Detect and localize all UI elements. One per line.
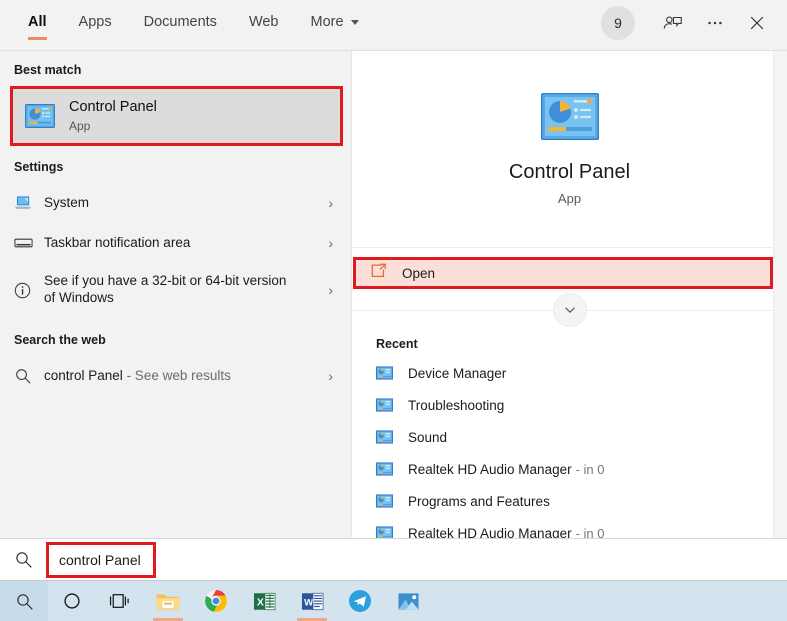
web-result-item[interactable]: control Panel - See web results ›	[0, 356, 351, 396]
search-bar[interactable]: control Panel	[0, 538, 787, 581]
chevron-down-icon	[351, 20, 359, 25]
recent-item-label: Realtek HD Audio Manager	[408, 462, 572, 477]
open-button-label: Open	[402, 266, 435, 281]
tab-web[interactable]: Web	[233, 0, 295, 44]
close-icon[interactable]	[737, 3, 777, 43]
taskbar-telegram-icon[interactable]	[336, 581, 384, 621]
recent-item-device-manager[interactable]: Device Manager	[352, 357, 787, 389]
taskbar: X W	[0, 581, 787, 621]
recent-item-meta: - in 0	[576, 526, 605, 539]
web-result-query: control Panel	[44, 368, 123, 383]
control-panel-icon	[25, 104, 69, 128]
taskbar-search-icon[interactable]	[0, 581, 48, 621]
results-list-pane: Best match	[0, 51, 352, 538]
search-the-web-heading: Search the web	[0, 317, 351, 356]
taskbar-cortana-icon[interactable]	[48, 581, 96, 621]
windows-search-screen: All Apps Documents Web More 9	[0, 0, 787, 621]
notification-badge-count: 9	[614, 15, 622, 31]
recent-item-programs-and-features[interactable]: Programs and Features	[352, 485, 787, 517]
settings-item-system-label: System	[44, 195, 89, 212]
preview-hero: Control Panel App	[352, 51, 787, 247]
taskbar-icon	[14, 236, 44, 250]
recent-heading: Recent	[352, 331, 787, 357]
recent-item-realtek-hd-audio-manager-2[interactable]: Realtek HD Audio Manager - in 0	[352, 517, 787, 538]
settings-item-bit-version[interactable]: See if you have a 32-bit or 64-bit versi…	[0, 263, 351, 317]
expand-actions-container	[352, 289, 787, 331]
best-match-text: Control Panel App	[69, 99, 157, 133]
recent-item-meta: - in 0	[576, 462, 605, 477]
tab-all-label: All	[28, 14, 47, 30]
taskbar-photos-icon[interactable]	[384, 581, 432, 621]
recent-item-realtek-hd-audio-manager[interactable]: Realtek HD Audio Manager - in 0	[352, 453, 787, 485]
taskbar-chrome-icon[interactable]	[192, 581, 240, 621]
chevron-down-icon[interactable]	[553, 293, 587, 327]
recent-item-label: Device Manager	[408, 366, 506, 381]
best-match-subtitle: App	[69, 119, 157, 133]
settings-item-taskbar-label: Taskbar notification area	[44, 235, 190, 252]
preview-pane: Control Panel App Open	[352, 51, 787, 538]
control-panel-small-icon	[376, 398, 408, 412]
settings-item-taskbar-notification-area[interactable]: Taskbar notification area ›	[0, 223, 351, 263]
recent-item-label: Programs and Features	[408, 494, 550, 509]
display-settings-icon	[14, 195, 44, 211]
best-match-control-panel[interactable]: Control Panel App	[10, 86, 343, 146]
open-action-container: Open	[353, 257, 773, 289]
header-actions: 9	[601, 0, 787, 46]
settings-item-system[interactable]: System ›	[0, 183, 351, 223]
control-panel-icon	[541, 93, 599, 145]
control-panel-small-icon	[376, 462, 408, 476]
tab-web-label: Web	[249, 14, 279, 30]
results-panes: Best match	[0, 51, 787, 538]
chevron-right-icon: ›	[328, 195, 341, 211]
info-icon	[14, 282, 44, 299]
search-input[interactable]: control Panel	[59, 552, 141, 568]
settings-heading: Settings	[0, 146, 351, 183]
taskbar-file-explorer-icon[interactable]	[144, 581, 192, 621]
preview-divider	[352, 247, 787, 248]
recent-item-troubleshooting[interactable]: Troubleshooting	[352, 389, 787, 421]
ellipsis-icon[interactable]	[695, 3, 735, 43]
search-icon	[14, 367, 44, 385]
tab-more-label: More	[311, 14, 344, 30]
tab-apps[interactable]: Apps	[63, 0, 128, 44]
recent-item-label: Realtek HD Audio Manager	[408, 526, 572, 539]
search-icon	[0, 550, 46, 569]
search-flyout: All Apps Documents Web More 9	[0, 0, 787, 538]
recent-item-label: Troubleshooting	[408, 398, 504, 413]
person-feedback-icon[interactable]	[653, 3, 693, 43]
taskbar-word-icon[interactable]: W	[288, 581, 336, 621]
tab-documents-label: Documents	[144, 14, 217, 30]
filter-tab-bar: All Apps Documents Web More 9	[0, 0, 787, 51]
recent-item-sound[interactable]: Sound	[352, 421, 787, 453]
control-panel-small-icon	[376, 366, 408, 380]
settings-item-bit-version-label: See if you have a 32-bit or 64-bit versi…	[44, 273, 289, 307]
preview-app-title: Control Panel	[509, 161, 630, 184]
open-button[interactable]: Open	[353, 257, 773, 289]
recent-item-label: Sound	[408, 430, 447, 445]
control-panel-small-icon	[376, 430, 408, 444]
best-match-heading: Best match	[0, 51, 351, 86]
control-panel-small-icon	[376, 526, 408, 538]
scrollbar-rail[interactable]	[773, 51, 787, 538]
chevron-right-icon: ›	[328, 282, 341, 298]
notification-badge[interactable]: 9	[601, 6, 635, 40]
taskbar-excel-icon[interactable]: X	[240, 581, 288, 621]
taskbar-task-view-icon[interactable]	[96, 581, 144, 621]
tab-documents[interactable]: Documents	[128, 0, 233, 44]
web-result-suffix: - See web results	[123, 368, 231, 383]
chevron-right-icon: ›	[328, 235, 341, 251]
preview-app-type: App	[558, 191, 581, 206]
open-external-icon	[370, 263, 388, 284]
tab-more[interactable]: More	[295, 0, 375, 44]
chevron-right-icon: ›	[328, 368, 341, 384]
search-input-highlight: control Panel	[46, 542, 156, 578]
best-match-title: Control Panel	[69, 99, 157, 116]
svg-text:X: X	[256, 596, 263, 608]
best-match-container: Control Panel App	[10, 86, 343, 146]
control-panel-small-icon	[376, 494, 408, 508]
tab-apps-label: Apps	[79, 14, 112, 30]
tab-all[interactable]: All	[12, 0, 63, 44]
filter-tabs: All Apps Documents Web More	[0, 0, 375, 44]
